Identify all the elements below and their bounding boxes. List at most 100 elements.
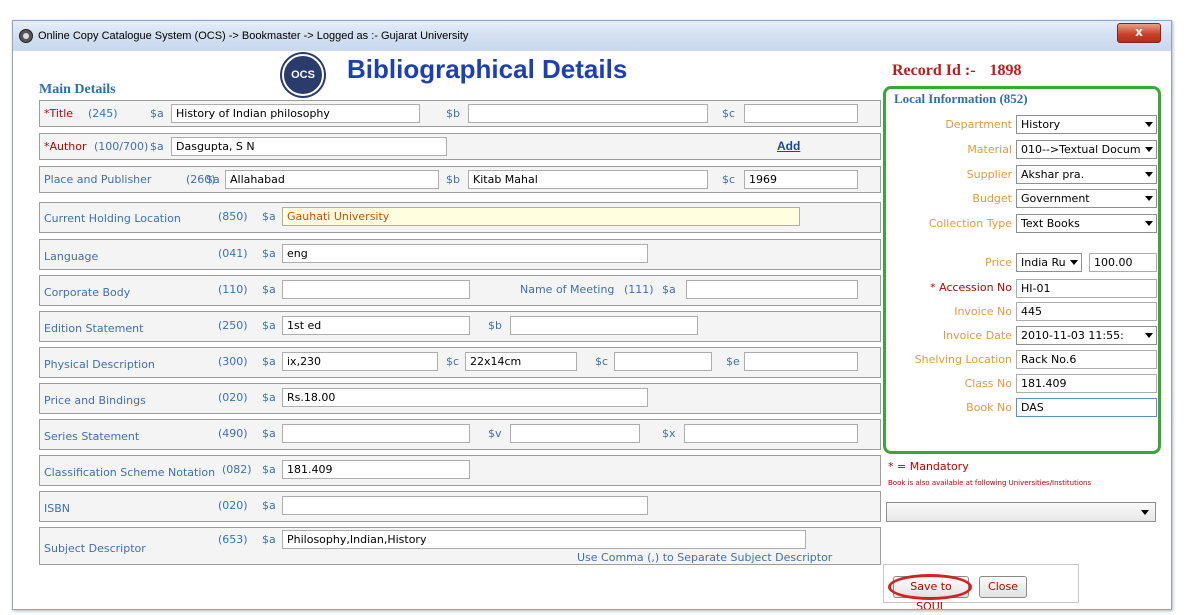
publisher-sa-input[interactable]: Allahabad — [225, 170, 439, 189]
collection-type-select[interactable]: Text Books — [1016, 214, 1157, 233]
currency-value: India Ru — [1021, 256, 1066, 269]
book-no-input[interactable]: DAS — [1016, 398, 1157, 417]
window-title: Online Copy Catalogue System (OCS) -> Bo… — [38, 30, 469, 42]
chevron-down-icon — [1145, 333, 1153, 338]
language-sa-input[interactable]: eng — [282, 244, 648, 263]
publisher-sa-label: $a — [206, 173, 220, 186]
invoice-no-input[interactable]: 445 — [1016, 302, 1157, 321]
physical-tag: (300) — [218, 355, 248, 368]
add-author-link[interactable]: Add — [777, 139, 800, 153]
author-row: *Author (100/700) $a Dasgupta, S N Add — [39, 133, 881, 160]
physical-sc2-label: $c — [595, 355, 609, 368]
availability-select[interactable] — [886, 502, 1156, 522]
subject-sa-input[interactable]: Philosophy,Indian,History — [282, 530, 806, 549]
invoice-date-picker[interactable]: 2010-11-03 11:55: — [1016, 326, 1157, 345]
page-title: Bibliographical Details — [347, 54, 628, 84]
physical-se-label: $e — [726, 355, 740, 368]
price-bindings-row: Price and Bindings (020) $a Rs.18.00 — [39, 383, 881, 414]
physical-sc2-input[interactable] — [614, 352, 712, 371]
title-bar[interactable]: Online Copy Catalogue System (OCS) -> Bo… — [13, 21, 1171, 51]
series-sa-label: $a — [262, 427, 276, 440]
meeting-tag: (111) — [624, 283, 654, 296]
chevron-down-icon — [1141, 510, 1149, 515]
chevron-down-icon — [1145, 147, 1153, 152]
classification-label: Classification Scheme Notation — [44, 466, 216, 479]
physical-sa-input[interactable]: ix,230 — [282, 352, 438, 371]
holding-sa-input[interactable]: Gauhati University — [282, 207, 800, 226]
price-input[interactable]: 100.00 — [1089, 253, 1157, 272]
isbn-label: ISBN — [44, 502, 71, 515]
physical-se-input[interactable] — [744, 352, 858, 371]
physical-sa-label: $a — [262, 355, 276, 368]
close-button[interactable]: Close — [979, 576, 1027, 598]
series-row: Series Statement (490) $a $v $x — [39, 419, 881, 450]
corporate-sa-input[interactable] — [282, 280, 470, 299]
series-label: Series Statement — [44, 430, 140, 443]
record-id: Record Id :- 1898 — [892, 62, 1022, 80]
meeting-sa-input[interactable] — [686, 280, 858, 299]
physical-sc-input[interactable]: 22x14cm — [465, 352, 577, 371]
series-sv-input[interactable] — [510, 424, 640, 443]
title-sb-input[interactable] — [468, 104, 708, 123]
classification-sa-input[interactable]: 181.409 — [282, 460, 470, 479]
highlight-ring — [888, 574, 972, 600]
material-select[interactable]: 010-->Textual Docum — [1016, 140, 1157, 159]
class-no-input[interactable]: 181.409 — [1016, 374, 1157, 393]
shelving-location-label: Shelving Location — [914, 353, 1012, 366]
window-close-button[interactable]: x — [1117, 23, 1161, 43]
subject-sa-label: $a — [262, 533, 276, 546]
holding-tag: (850) — [218, 210, 248, 223]
title-sc-input[interactable] — [744, 104, 858, 123]
edition-label: Edition Statement — [44, 322, 144, 335]
series-sa-input[interactable] — [282, 424, 470, 443]
chevron-down-icon — [1145, 122, 1153, 127]
budget-select[interactable]: Government — [1016, 189, 1157, 208]
language-label: Language — [44, 250, 99, 263]
author-sa-label: $a — [150, 140, 164, 153]
shelving-location-input[interactable]: Rack No.6 — [1016, 350, 1157, 369]
isbn-sa-input[interactable] — [282, 496, 648, 515]
availability-note: Book is also available at following Univ… — [888, 479, 1092, 487]
price-bindings-sa-label: $a — [262, 391, 276, 404]
price-bindings-sa-input[interactable]: Rs.18.00 — [282, 388, 648, 407]
edition-sb-input[interactable] — [510, 316, 698, 335]
material-label: Material — [967, 143, 1012, 156]
edition-sa-label: $a — [262, 319, 276, 332]
series-sv-label: $v — [488, 427, 502, 440]
author-sa-input[interactable]: Dasgupta, S N — [171, 137, 447, 156]
title-sa-label: $a — [150, 107, 164, 120]
supplier-select[interactable]: Akshar pra. — [1016, 165, 1157, 184]
publisher-sb-input[interactable]: Kitab Mahal — [468, 170, 708, 189]
department-select[interactable]: History — [1016, 115, 1157, 134]
invoice-date-label: Invoice Date — [942, 329, 1012, 342]
title-label: *Title — [44, 107, 74, 120]
series-sx-input[interactable] — [684, 424, 858, 443]
edition-tag: (250) — [218, 319, 248, 332]
physical-sc-label: $c — [446, 355, 460, 368]
department-value: History — [1021, 118, 1061, 131]
local-information-title: Local Information (852) — [894, 91, 1028, 106]
material-value: 010-->Textual Docum — [1021, 143, 1141, 156]
title-row: *Title (245) $a History of Indian philos… — [39, 100, 881, 127]
classification-sa-label: $a — [262, 463, 276, 476]
corporate-row: Corporate Body (110) $a Name of Meeting … — [39, 275, 881, 306]
app-window: Online Copy Catalogue System (OCS) -> Bo… — [12, 20, 1172, 610]
price-label: Price — [985, 256, 1012, 269]
accession-no-input[interactable]: HI-01 — [1016, 279, 1157, 298]
currency-select[interactable]: India Ru — [1016, 253, 1082, 272]
title-sa-input[interactable]: History of Indian philosophy — [171, 104, 420, 123]
subject-hint: Use Comma (,) to Separate Subject Descri… — [577, 551, 833, 564]
publisher-row: Place and Publisher (260) $a Allahabad $… — [39, 166, 881, 193]
publisher-sc-input[interactable]: 1969 — [744, 170, 858, 189]
meeting-sa-label: $a — [662, 283, 676, 296]
edition-sa-input[interactable]: 1st ed — [282, 316, 470, 335]
price-bindings-tag: (020) — [218, 391, 248, 404]
form-area: OCS Bibliographical Details Main Details… — [17, 52, 1165, 609]
author-label: *Author — [44, 140, 87, 153]
language-tag: (041) — [218, 247, 248, 260]
title-sc-label: $c — [722, 107, 736, 120]
budget-label: Budget — [972, 192, 1012, 205]
meeting-label: Name of Meeting — [520, 283, 615, 296]
publisher-sb-label: $b — [446, 173, 460, 186]
holding-sa-label: $a — [262, 210, 276, 223]
